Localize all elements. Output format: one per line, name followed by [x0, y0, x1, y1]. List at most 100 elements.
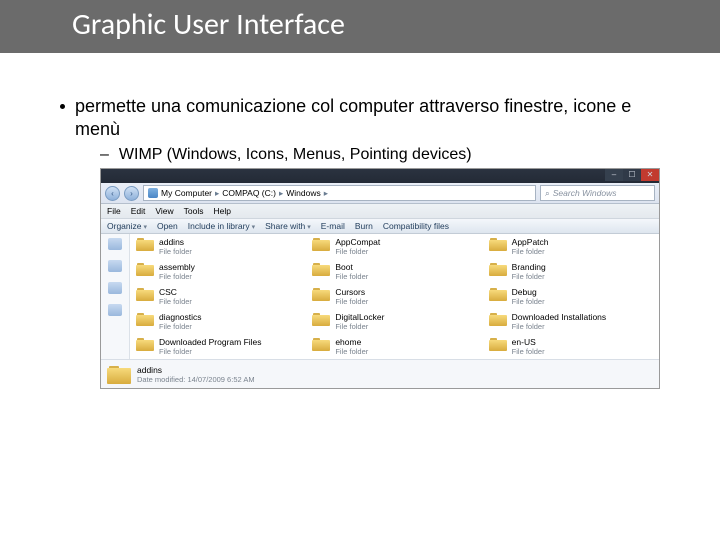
folder-type: File folder: [335, 247, 380, 256]
explorer-body: addinsFile folder AppCompatFile folder A…: [101, 234, 659, 359]
folder-icon: [136, 312, 154, 326]
nav-bar: ‹ › My Computer ▸ COMPAQ (C:) ▸ Windows …: [101, 183, 659, 204]
list-item[interactable]: CSCFile folder: [130, 284, 306, 309]
share-with-button[interactable]: Share with: [265, 221, 311, 231]
computer-nav-icon[interactable]: [108, 282, 122, 294]
breadcrumb-root[interactable]: My Computer: [161, 188, 212, 198]
folder-type: File folder: [512, 322, 607, 331]
compat-files-button[interactable]: Compatibility files: [383, 221, 449, 231]
breadcrumb-disk[interactable]: COMPAQ (C:): [222, 188, 276, 198]
folder-icon: [489, 337, 507, 351]
window-titlebar[interactable]: – ☐ ✕: [101, 169, 659, 183]
list-item[interactable]: BrandingFile folder: [483, 259, 659, 284]
list-item[interactable]: BootFile folder: [306, 259, 482, 284]
folder-name: Boot: [335, 262, 368, 272]
favorites-icon[interactable]: [108, 238, 122, 250]
details-pane: addins Date modified: 14/07/2009 6:52 AM: [101, 359, 659, 388]
folder-icon: [312, 337, 330, 351]
list-item[interactable]: AppPatchFile folder: [483, 234, 659, 259]
details-date-modified: Date modified: 14/07/2009 6:52 AM: [137, 375, 255, 384]
minimize-button[interactable]: –: [605, 169, 623, 181]
libraries-icon[interactable]: [108, 260, 122, 272]
chevron-right-icon: ▸: [279, 188, 283, 199]
organize-button[interactable]: Organize: [107, 221, 147, 231]
network-icon[interactable]: [108, 304, 122, 316]
list-item[interactable]: Downloaded Program FilesFile folder: [130, 334, 306, 359]
folder-type: File folder: [335, 322, 384, 331]
search-icon: [545, 188, 550, 199]
folder-icon: [489, 312, 507, 326]
folder-icon: [136, 237, 154, 251]
nav-pane[interactable]: [101, 234, 130, 359]
menu-edit[interactable]: Edit: [131, 206, 146, 216]
include-library-button[interactable]: Include in library: [188, 221, 255, 231]
bullet-dot-icon: [60, 104, 65, 109]
breadcrumb[interactable]: My Computer ▸ COMPAQ (C:) ▸ Windows ▸: [143, 185, 536, 201]
forward-button[interactable]: ›: [124, 186, 139, 201]
folder-name: addins: [159, 237, 192, 247]
folder-name: diagnostics: [159, 312, 202, 322]
folder-name: Downloaded Installations: [512, 312, 607, 322]
back-button[interactable]: ‹: [105, 186, 120, 201]
list-item[interactable]: DebugFile folder: [483, 284, 659, 309]
email-button[interactable]: E-mail: [321, 221, 345, 231]
folder-name: AppCompat: [335, 237, 380, 247]
breadcrumb-folder[interactable]: Windows: [286, 188, 320, 198]
folder-name: en-US: [512, 337, 545, 347]
folder-icon: [136, 287, 154, 301]
folder-type: File folder: [512, 297, 545, 306]
chevron-right-icon: ▸: [215, 188, 219, 199]
folder-icon: [312, 262, 330, 276]
list-item[interactable]: addinsFile folder: [130, 234, 306, 259]
folder-type: File folder: [335, 347, 368, 356]
search-placeholder: Search Windows: [553, 188, 617, 198]
folder-type: File folder: [159, 297, 192, 306]
folder-name: Branding: [512, 262, 546, 272]
menu-file[interactable]: File: [107, 206, 121, 216]
computer-icon: [148, 188, 158, 198]
bullet-main-text: permette una comunicazione col computer …: [75, 95, 660, 140]
menu-bar: File Edit View Tools Help: [101, 204, 659, 219]
folder-type: File folder: [512, 272, 546, 281]
burn-button[interactable]: Burn: [355, 221, 373, 231]
details-name: addins: [137, 365, 255, 375]
folder-icon: [312, 237, 330, 251]
list-item[interactable]: DigitalLockerFile folder: [306, 309, 482, 334]
menu-help[interactable]: Help: [213, 206, 230, 216]
close-button[interactable]: ✕: [641, 169, 659, 181]
folder-name: ehome: [335, 337, 368, 347]
list-item[interactable]: assemblyFile folder: [130, 259, 306, 284]
slide-content: permette una comunicazione col computer …: [0, 53, 720, 164]
maximize-button[interactable]: ☐: [623, 169, 641, 181]
folder-icon: [312, 312, 330, 326]
list-item[interactable]: en-USFile folder: [483, 334, 659, 359]
search-input[interactable]: Search Windows: [540, 185, 655, 201]
folder-type: File folder: [512, 247, 549, 256]
folder-icon: [489, 287, 507, 301]
folder-name: AppPatch: [512, 237, 549, 247]
folder-name: DigitalLocker: [335, 312, 384, 322]
slide-title-bar: Graphic User Interface: [0, 0, 720, 53]
folder-icon: [136, 337, 154, 351]
folder-name: CSC: [159, 287, 192, 297]
list-item[interactable]: Downloaded InstallationsFile folder: [483, 309, 659, 334]
list-item[interactable]: diagnosticsFile folder: [130, 309, 306, 334]
folder-type: File folder: [335, 272, 368, 281]
toolbar: Organize Open Include in library Share w…: [101, 219, 659, 234]
folder-icon: [136, 262, 154, 276]
folder-type: File folder: [159, 272, 195, 281]
folder-name: Cursors: [335, 287, 368, 297]
folder-type: File folder: [512, 347, 545, 356]
bullet-sub: – WIMP (Windows, Icons, Menus, Pointing …: [100, 146, 660, 164]
list-item[interactable]: AppCompatFile folder: [306, 234, 482, 259]
menu-tools[interactable]: Tools: [184, 206, 204, 216]
list-item[interactable]: ehomeFile folder: [306, 334, 482, 359]
folder-name: Debug: [512, 287, 545, 297]
folder-name: Downloaded Program Files: [159, 337, 262, 347]
open-button[interactable]: Open: [157, 221, 178, 231]
folder-type: File folder: [159, 347, 262, 356]
list-item[interactable]: CursorsFile folder: [306, 284, 482, 309]
folder-type: File folder: [159, 322, 202, 331]
folder-type: File folder: [335, 297, 368, 306]
menu-view[interactable]: View: [155, 206, 173, 216]
